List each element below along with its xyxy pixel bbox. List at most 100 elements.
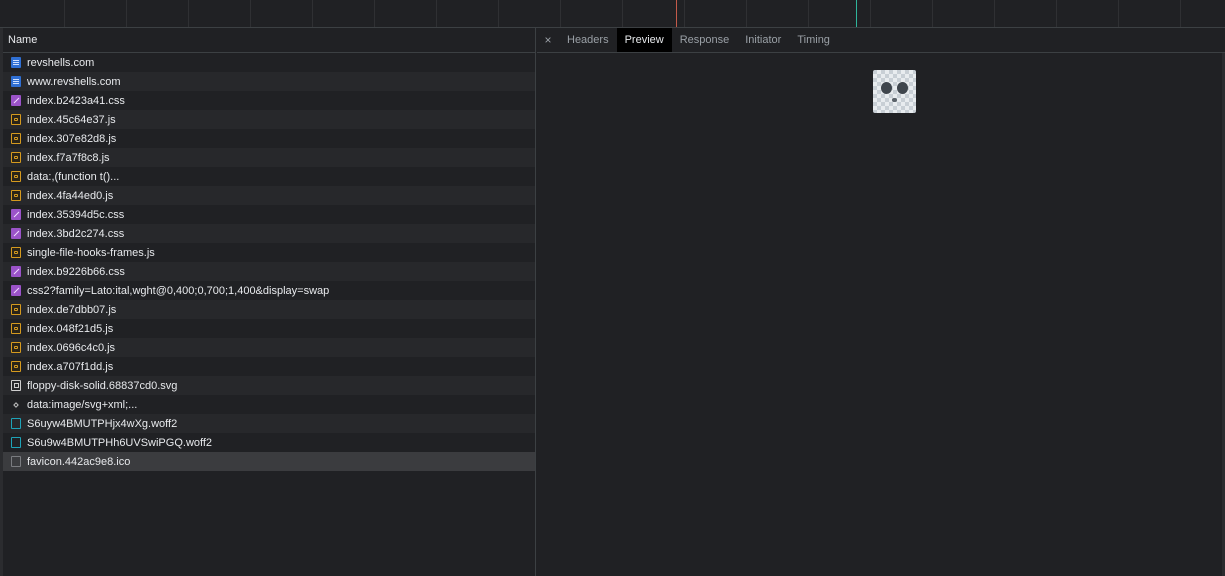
request-name: revshells.com xyxy=(27,56,95,69)
ghost-face-icon xyxy=(873,70,916,113)
domcontentloaded-marker xyxy=(856,0,857,27)
request-row[interactable]: css2?family=Lato:ital,wght@0,400;0,700;1… xyxy=(3,281,535,300)
js-file-icon xyxy=(11,114,21,125)
timeline-gridline xyxy=(64,0,65,27)
js-file-icon xyxy=(11,342,21,353)
request-name: index.b9226b66.css xyxy=(27,265,125,278)
request-name: index.a707f1dd.js xyxy=(27,360,114,373)
request-name: S6uyw4BMUTPHjx4wXg.woff2 xyxy=(27,417,178,430)
timeline-gridline xyxy=(188,0,189,27)
request-row[interactable]: index.a707f1dd.js xyxy=(3,357,535,376)
js-file-icon xyxy=(11,152,21,163)
js-file-icon xyxy=(11,247,21,258)
request-name: favicon.442ac9e8.ico xyxy=(27,455,131,468)
js-file-icon xyxy=(11,361,21,372)
favicon-preview-image xyxy=(873,70,916,113)
timeline-gridline xyxy=(560,0,561,27)
doc-file-icon xyxy=(11,76,21,87)
timeline-gridline xyxy=(1118,0,1119,27)
tab-headers[interactable]: Headers xyxy=(559,28,617,52)
timeline-gridline xyxy=(312,0,313,27)
request-name: data:image/svg+xml;... xyxy=(27,398,138,411)
timeline-gridline xyxy=(1180,0,1181,27)
svg-file-icon xyxy=(11,380,21,391)
timeline-gridline xyxy=(870,0,871,27)
request-row[interactable]: data:image/svg+xml;... xyxy=(3,395,535,414)
js-file-icon xyxy=(11,133,21,144)
request-row[interactable]: single-file-hooks-frames.js xyxy=(3,243,535,262)
timeline-gridline xyxy=(932,0,933,27)
request-row[interactable]: index.f7a7f8c8.js xyxy=(3,148,535,167)
request-row[interactable]: data:,(function t()... xyxy=(3,167,535,186)
timeline-gridline xyxy=(808,0,809,27)
timeline-gridline xyxy=(622,0,623,27)
request-rows: revshells.com www.revshells.com index.b242… xyxy=(3,53,535,471)
css-file-icon xyxy=(11,228,21,239)
js-file-icon xyxy=(11,323,21,334)
request-name: single-file-hooks-frames.js xyxy=(27,246,155,259)
network-timeline-overview[interactable] xyxy=(0,0,1225,28)
timeline-gridline xyxy=(684,0,685,27)
request-name: www.revshells.com xyxy=(27,75,121,88)
request-name: index.de7dbb07.js xyxy=(27,303,117,316)
request-name: index.45c64e37.js xyxy=(27,113,116,126)
details-tab-bar: × Headers Preview Response Initiator Tim… xyxy=(537,28,1225,53)
tab-initiator[interactable]: Initiator xyxy=(737,28,789,52)
request-name: floppy-disk-solid.68837cd0.svg xyxy=(27,379,178,392)
request-row[interactable]: index.048f21d5.js xyxy=(3,319,535,338)
js-file-icon xyxy=(11,304,21,315)
request-row[interactable]: index.307e82d8.js xyxy=(3,129,535,148)
request-row[interactable]: index.45c64e37.js xyxy=(3,110,535,129)
css-file-icon xyxy=(11,285,21,296)
tab-preview[interactable]: Preview xyxy=(616,28,672,52)
font-file-icon xyxy=(11,437,21,448)
timeline-gridline xyxy=(126,0,127,27)
data-file-icon xyxy=(11,399,21,410)
request-row[interactable]: revshells.com xyxy=(3,53,535,72)
request-name: index.048f21d5.js xyxy=(27,322,114,335)
request-row[interactable]: index.35394d5c.css xyxy=(3,205,535,224)
tab-timing[interactable]: Timing xyxy=(789,28,838,52)
js-file-icon xyxy=(11,190,21,201)
request-row[interactable]: index.b2423a41.css xyxy=(3,91,535,110)
timeline-gridline xyxy=(1056,0,1057,27)
css-file-icon xyxy=(11,95,21,106)
request-row[interactable]: index.3bd2c274.css xyxy=(3,224,535,243)
request-name: S6u9w4BMUTPHh6UVSwiPGQ.woff2 xyxy=(27,436,213,449)
request-name: index.307e82d8.js xyxy=(27,132,117,145)
tab-response[interactable]: Response xyxy=(672,28,738,52)
request-row[interactable]: www.revshells.com xyxy=(3,72,535,91)
request-name: index.3bd2c274.css xyxy=(27,227,125,240)
request-name: index.35394d5c.css xyxy=(27,208,125,221)
css-file-icon xyxy=(11,266,21,277)
ico-file-icon xyxy=(11,456,21,467)
timeline-gridline xyxy=(250,0,251,27)
request-row[interactable]: index.de7dbb07.js xyxy=(3,300,535,319)
name-column-header[interactable]: Name xyxy=(3,28,535,53)
doc-file-icon xyxy=(11,57,21,68)
request-row[interactable]: index.4fa44ed0.js xyxy=(3,186,535,205)
request-row[interactable]: S6uyw4BMUTPHjx4wXg.woff2 xyxy=(3,414,535,433)
request-name: index.0696c4c0.js xyxy=(27,341,116,354)
js-file-icon xyxy=(11,171,21,182)
request-row[interactable]: floppy-disk-solid.68837cd0.svg xyxy=(3,376,535,395)
close-details-button[interactable]: × xyxy=(537,28,559,52)
request-name: css2?family=Lato:ital,wght@0,400;0,700;1… xyxy=(27,284,330,297)
request-row[interactable]: index.0696c4c0.js xyxy=(3,338,535,357)
request-name: index.b2423a41.css xyxy=(27,94,125,107)
timeline-gridline xyxy=(994,0,995,27)
request-name: data:,(function t()... xyxy=(27,170,120,183)
timeline-gridline xyxy=(436,0,437,27)
timeline-gridline xyxy=(498,0,499,27)
font-file-icon xyxy=(11,418,21,429)
request-list: Name revshells.com www.revshells.com index… xyxy=(3,28,536,576)
request-details-panel: × Headers Preview Response Initiator Tim… xyxy=(537,28,1225,576)
load-event-marker xyxy=(676,0,677,27)
request-row[interactable]: index.b9226b66.css xyxy=(3,262,535,281)
request-name: index.4fa44ed0.js xyxy=(27,189,114,202)
timeline-gridline xyxy=(374,0,375,27)
request-row[interactable]: S6u9w4BMUTPHh6UVSwiPGQ.woff2 xyxy=(3,433,535,452)
request-name: index.f7a7f8c8.js xyxy=(27,151,110,164)
request-row[interactable]: favicon.442ac9e8.ico xyxy=(3,452,535,471)
timeline-gridline xyxy=(746,0,747,27)
